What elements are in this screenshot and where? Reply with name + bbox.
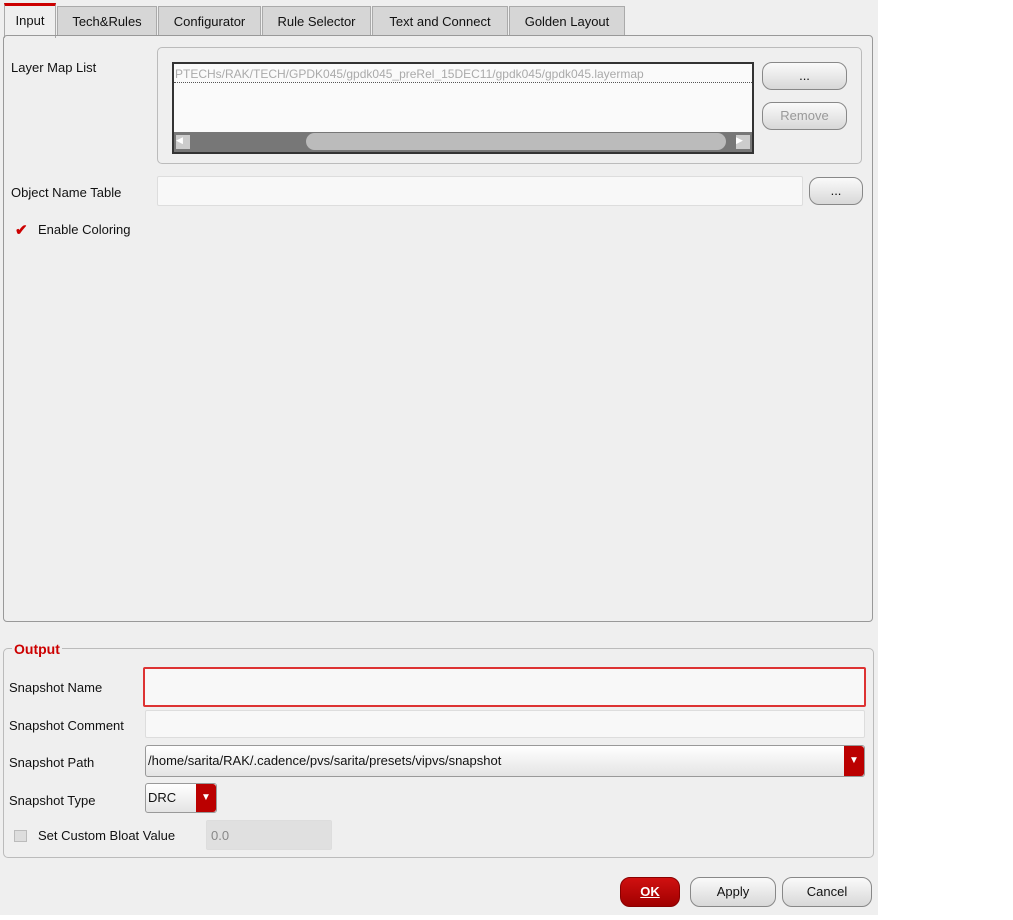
browse-layer-map-button[interactable]: ... xyxy=(762,62,847,90)
object-name-table-input[interactable] xyxy=(157,176,803,206)
enable-coloring-checkbox[interactable]: ✔ xyxy=(15,221,28,239)
ok-button[interactable]: OK xyxy=(620,877,680,907)
horizontal-scrollbar[interactable]: ◀ ▶ xyxy=(174,132,752,152)
layer-map-label: Layer Map List xyxy=(11,60,97,75)
layer-map-item[interactable]: PTECHs/RAK/TECH/GPDK045/gpdk045_preRel_1… xyxy=(174,64,752,83)
tab-text-and-connect[interactable]: Text and Connect xyxy=(372,6,508,35)
layer-map-listbox[interactable]: PTECHs/RAK/TECH/GPDK045/gpdk045_preRel_1… xyxy=(172,62,754,154)
dialog-window: Input Tech&Rules Configurator Rule Selec… xyxy=(0,0,878,915)
cancel-button[interactable]: Cancel xyxy=(782,877,872,907)
output-title: Output xyxy=(12,641,62,657)
snapshot-path-select[interactable]: /home/sarita/RAK/.cadence/pvs/sarita/pre… xyxy=(145,745,865,777)
tab-tech-rules[interactable]: Tech&Rules xyxy=(57,6,157,35)
tab-golden-layout[interactable]: Golden Layout xyxy=(509,6,625,35)
tab-rule-selector[interactable]: Rule Selector xyxy=(262,6,371,35)
remove-button[interactable]: Remove xyxy=(762,102,847,130)
enable-coloring-label: Enable Coloring xyxy=(38,222,131,237)
scroll-right-icon[interactable]: ▶ xyxy=(736,135,750,149)
snapshot-path-label: Snapshot Path xyxy=(9,755,95,770)
snapshot-type-select[interactable]: DRC ▼ xyxy=(145,783,217,813)
bloat-checkbox[interactable] xyxy=(14,830,27,842)
snapshot-type-label: Snapshot Type xyxy=(9,793,96,808)
browse-object-name-button[interactable]: ... xyxy=(809,177,863,205)
chevron-down-icon[interactable]: ▼ xyxy=(196,784,216,812)
scroll-left-icon[interactable]: ◀ xyxy=(176,135,190,149)
tab-configurator[interactable]: Configurator xyxy=(158,6,261,35)
tab-input[interactable]: Input xyxy=(4,3,56,38)
apply-button[interactable]: Apply xyxy=(690,877,776,907)
bloat-value-input[interactable]: 0.0 xyxy=(206,820,332,850)
snapshot-comment-input[interactable] xyxy=(145,710,865,738)
snapshot-name-label: Snapshot Name xyxy=(9,680,103,695)
snapshot-path-value: /home/sarita/RAK/.cadence/pvs/sarita/pre… xyxy=(148,753,502,768)
chevron-down-icon[interactable]: ▼ xyxy=(844,746,864,776)
scrollbar-thumb[interactable] xyxy=(306,133,726,150)
snapshot-type-value: DRC xyxy=(148,790,177,805)
snapshot-comment-label: Snapshot Comment xyxy=(9,718,124,733)
object-name-table-label: Object Name Table xyxy=(11,185,122,200)
snapshot-name-input[interactable] xyxy=(143,667,866,707)
bloat-label: Set Custom Bloat Value xyxy=(38,828,176,843)
